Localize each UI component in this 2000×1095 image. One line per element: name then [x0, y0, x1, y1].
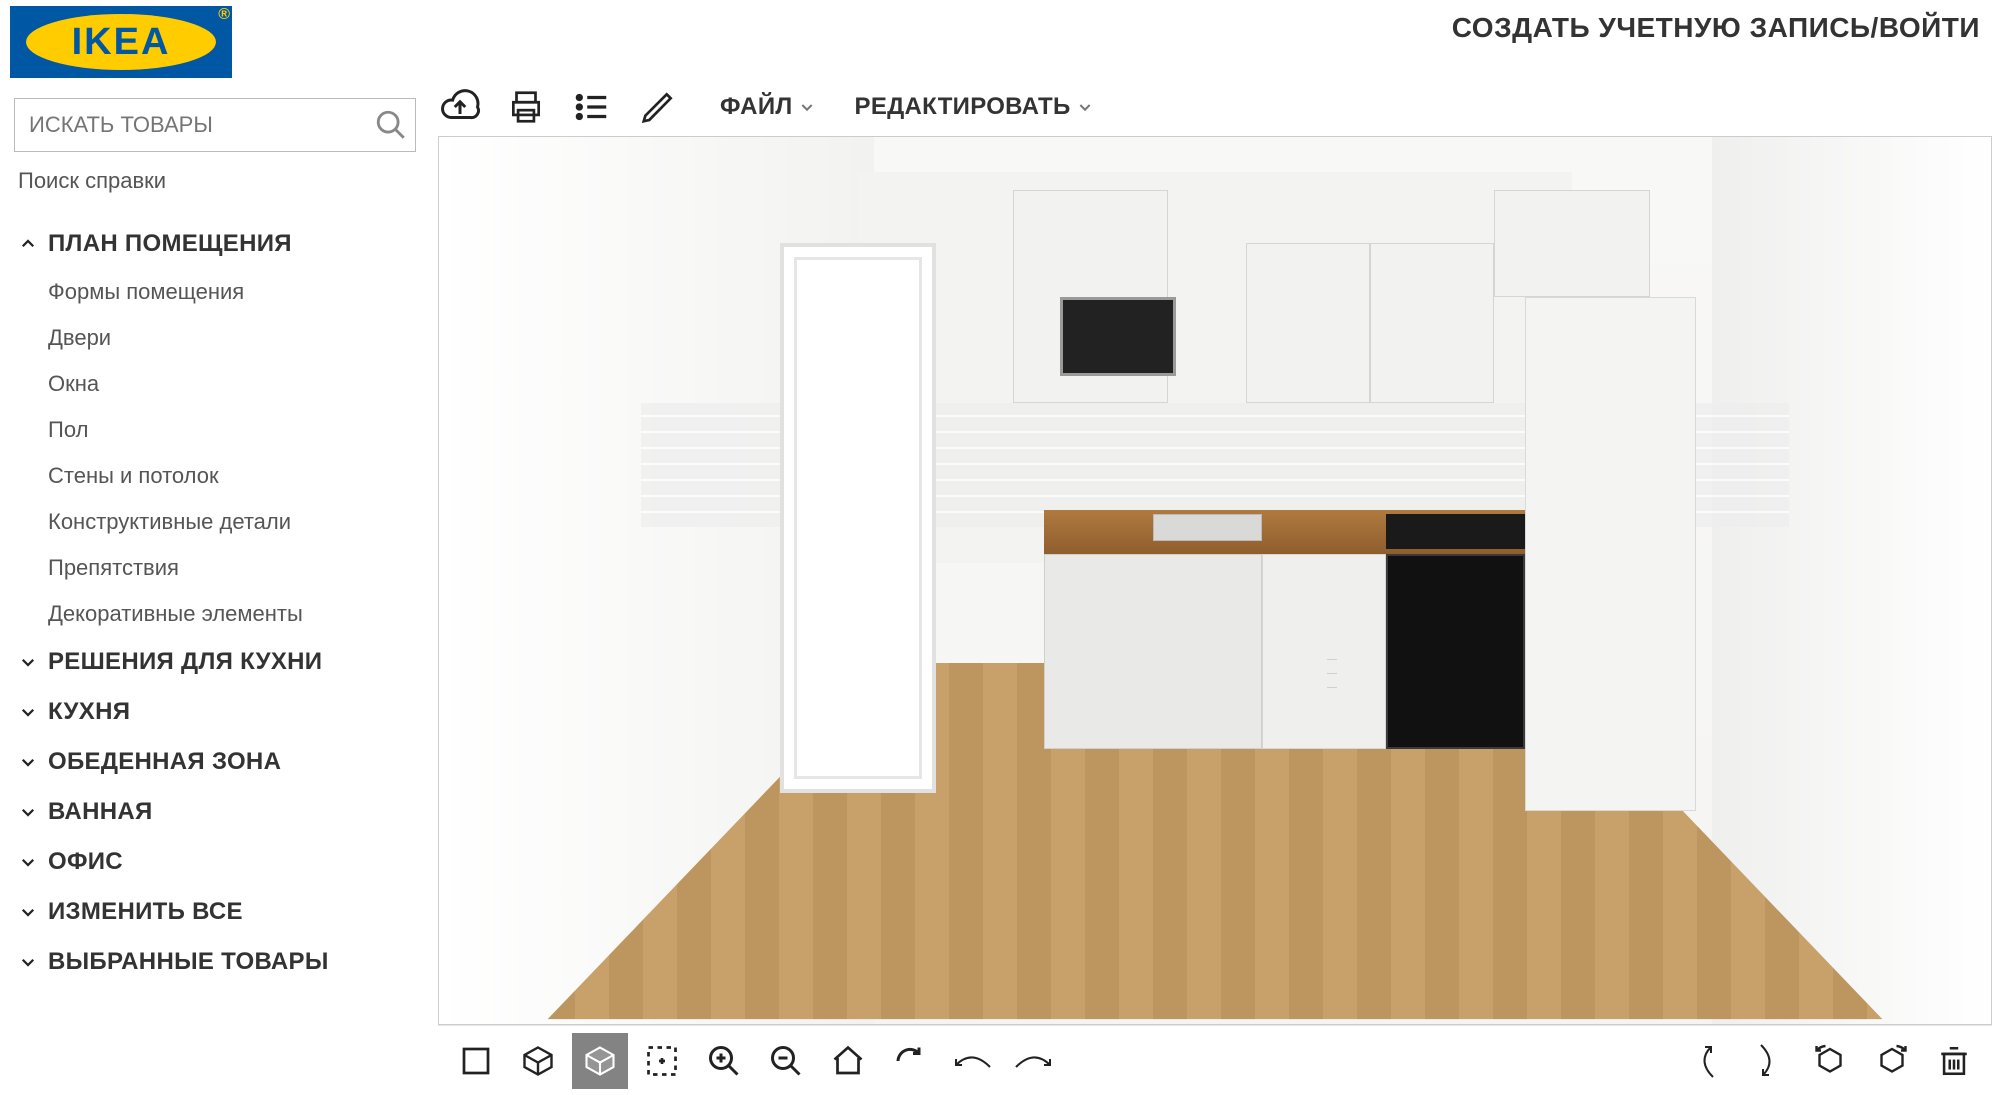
menu-edit-label: РЕДАКТИРОВАТЬ [855, 93, 1071, 121]
orbit-up-icon[interactable] [1678, 1033, 1734, 1089]
cloud-upload-icon[interactable] [438, 85, 482, 129]
view-3d-wire-icon[interactable] [510, 1033, 566, 1089]
list-icon[interactable] [570, 85, 614, 129]
menu-file-label: ФАЙЛ [720, 93, 793, 121]
rotate-ccw-icon[interactable] [1802, 1033, 1858, 1089]
sidebar-section-change-all[interactable]: ИЗМЕНИТЬ ВСЕ [14, 888, 416, 936]
view-3d-solid-icon[interactable] [572, 1033, 628, 1089]
pan-left-icon[interactable] [944, 1033, 1000, 1089]
header: ® IKEA СОЗДАТЬ УЧЕТНУЮ ЗАПИСЬ/ВОЙТИ [0, 0, 2000, 80]
sidebar-section-label: ОБЕДЕННАЯ ЗОНА [48, 748, 281, 776]
chevron-down-icon [18, 702, 38, 722]
zoom-in-icon[interactable] [696, 1033, 752, 1089]
help-search-link[interactable]: Поиск справки [18, 168, 412, 194]
login-link[interactable]: СОЗДАТЬ УЧЕТНУЮ ЗАПИСЬ/ВОЙТИ [1452, 12, 1980, 43]
ikea-logo[interactable]: ® IKEA [10, 6, 232, 78]
sidebar-section-floorplan[interactable]: ПЛАН ПОМЕЩЕНИЯ [14, 220, 416, 268]
pencil-icon[interactable] [636, 85, 680, 129]
sidebar-section-kitchen-solutions[interactable]: РЕШЕНИЯ ДЛЯ КУХНИ [14, 638, 416, 686]
sidebar-section-label: ПЛАН ПОМЕЩЕНИЯ [48, 230, 292, 258]
sidebar-section-label: ОФИС [48, 848, 123, 876]
sidebar-section-bathroom[interactable]: ВАННАЯ [14, 788, 416, 836]
header-right: СОЗДАТЬ УЧЕТНУЮ ЗАПИСЬ/ВОЙТИ [250, 0, 2000, 44]
chevron-down-icon [18, 652, 38, 672]
sidebar-item-roomshapes[interactable]: Формы помещения [14, 270, 416, 314]
sidebar-section-selected[interactable]: ВЫБРАННЫЕ ТОВАРЫ [14, 938, 416, 986]
view-2d-icon[interactable] [448, 1033, 504, 1089]
sidebar-section-label: ВЫБРАННЫЕ ТОВАРЫ [48, 948, 329, 976]
sidebar-section-office[interactable]: ОФИС [14, 838, 416, 886]
sidebar-item-structural[interactable]: Конструктивные детали [14, 500, 416, 544]
chevron-down-icon [18, 852, 38, 872]
search-input[interactable] [15, 112, 367, 138]
chevron-down-icon [799, 99, 815, 115]
design-canvas[interactable] [438, 136, 1992, 1025]
sidebar-section-kitchen[interactable]: КУХНЯ [14, 688, 416, 736]
chevron-down-icon [18, 952, 38, 972]
orbit-down-icon[interactable] [1740, 1033, 1796, 1089]
sidebar: Поиск справки ПЛАН ПОМЕЩЕНИЯ Формы помещ… [0, 80, 430, 1095]
logo-oval: IKEA [26, 14, 216, 70]
sidebar-section-dining[interactable]: ОБЕДЕННАЯ ЗОНА [14, 738, 416, 786]
sidebar-item-walls[interactable]: Стены и потолок [14, 454, 416, 498]
sidebar-section-label: ИЗМЕНИТЬ ВСЕ [48, 898, 243, 926]
home-icon[interactable] [820, 1033, 876, 1089]
redo-icon[interactable] [882, 1033, 938, 1089]
pan-right-icon[interactable] [1006, 1033, 1062, 1089]
rotate-cw-icon[interactable] [1864, 1033, 1920, 1089]
sidebar-item-decor[interactable]: Декоративные элементы [14, 592, 416, 636]
sidebar-section-label: ВАННАЯ [48, 798, 153, 826]
toolbar-bottom [438, 1025, 1992, 1095]
sidebar-section-label: РЕШЕНИЯ ДЛЯ КУХНИ [48, 648, 322, 676]
search-icon[interactable] [367, 108, 415, 142]
chevron-down-icon [18, 752, 38, 772]
sidebar-item-windows[interactable]: Окна [14, 362, 416, 406]
zoom-out-icon[interactable] [758, 1033, 814, 1089]
sidebar-section-label: КУХНЯ [48, 698, 130, 726]
chevron-down-icon [18, 902, 38, 922]
chevron-down-icon [1077, 99, 1093, 115]
search-row [14, 98, 416, 152]
sidebar-item-obstacles[interactable]: Препятствия [14, 546, 416, 590]
trash-icon[interactable] [1926, 1033, 1982, 1089]
body: Поиск справки ПЛАН ПОМЕЩЕНИЯ Формы помещ… [0, 80, 2000, 1095]
app-root: ® IKEA СОЗДАТЬ УЧЕТНУЮ ЗАПИСЬ/ВОЙТИ Поис… [0, 0, 2000, 1095]
kitchen-3d-scene [439, 137, 1991, 1024]
chevron-down-icon [18, 802, 38, 822]
logo-wrap: ® IKEA [0, 0, 250, 78]
sidebar-item-floor[interactable]: Пол [14, 408, 416, 452]
main: ФАЙЛ РЕДАКТИРОВАТЬ [430, 80, 2000, 1095]
trademark-icon: ® [218, 6, 230, 24]
print-icon[interactable] [504, 85, 548, 129]
sidebar-item-doors[interactable]: Двери [14, 316, 416, 360]
menu-edit[interactable]: РЕДАКТИРОВАТЬ [855, 93, 1093, 121]
logo-text: IKEA [72, 21, 171, 64]
zoom-fit-icon[interactable] [634, 1033, 690, 1089]
chevron-up-icon [18, 234, 38, 254]
toolbar-top: ФАЙЛ РЕДАКТИРОВАТЬ [430, 80, 2000, 136]
menu-file[interactable]: ФАЙЛ [720, 93, 815, 121]
